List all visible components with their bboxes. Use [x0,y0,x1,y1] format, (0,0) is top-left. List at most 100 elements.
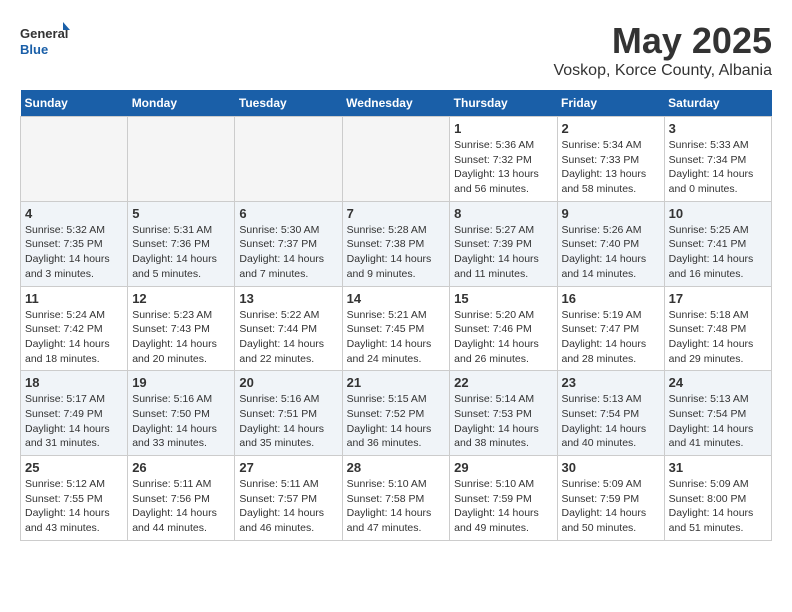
day-number: 10 [669,206,767,221]
calendar-cell: 23Sunrise: 5:13 AMSunset: 7:54 PMDayligh… [557,371,664,456]
calendar-cell: 27Sunrise: 5:11 AMSunset: 7:57 PMDayligh… [235,456,342,541]
day-number: 17 [669,291,767,306]
day-number: 23 [562,375,660,390]
day-number: 12 [132,291,230,306]
calendar-cell: 8 Sunrise: 5:27 AMSunset: 7:39 PMDaylight… [450,201,557,286]
calendar-cell: 29 Sunrise: 5:10 AMSunset: 7:59 PMDayligh… [450,456,557,541]
calendar-cell: 9 Sunrise: 5:26 AMSunset: 7:40 PMDaylight… [557,201,664,286]
day-number: 16 [562,291,660,306]
logo: General Blue [20,20,70,65]
calendar-cell: 24Sunrise: 5:13 AMSunset: 7:54 PMDayligh… [664,371,771,456]
day-number: 29 [454,460,552,475]
day-number: 19 [132,375,230,390]
calendar-week-1: 1 Sunrise: 5:36 AMSunset: 7:32 PMDaylight… [21,117,772,202]
calendar-cell: 25 Sunrise: 5:12 AMSunset: 7:55 PMDayligh… [21,456,128,541]
day-number: 11 [25,291,123,306]
day-info: Sunrise: 5:26 AMSunset: 7:40 PMDaylight:… [562,223,660,282]
col-header-thursday: Thursday [450,90,557,117]
calendar-cell: 22Sunrise: 5:14 AMSunset: 7:53 PMDayligh… [450,371,557,456]
day-info: Sunrise: 5:27 AMSunset: 7:39 PMDaylight:… [454,223,552,282]
day-info: Sunrise: 5:12 AMSunset: 7:55 PMDaylight:… [25,477,123,536]
day-info: Sunrise: 5:33 AMSunset: 7:34 PMDaylight:… [669,138,767,197]
calendar-week-4: 18Sunrise: 5:17 AMSunset: 7:49 PMDayligh… [21,371,772,456]
col-header-sunday: Sunday [21,90,128,117]
calendar-cell: 13 Sunrise: 5:22 AMSunset: 7:44 PMDayligh… [235,286,342,371]
day-info: Sunrise: 5:36 AMSunset: 7:32 PMDaylight:… [454,138,552,197]
col-header-saturday: Saturday [664,90,771,117]
svg-text:General: General [20,26,68,41]
calendar-cell: 7 Sunrise: 5:28 AMSunset: 7:38 PMDaylight… [342,201,450,286]
calendar-cell: 15 Sunrise: 5:20 AMSunset: 7:46 PMDayligh… [450,286,557,371]
day-number: 3 [669,121,767,136]
logo-svg: General Blue [20,20,70,65]
col-header-wednesday: Wednesday [342,90,450,117]
day-info: Sunrise: 5:11 AMSunset: 7:56 PMDaylight:… [132,477,230,536]
calendar-cell [342,117,450,202]
col-header-tuesday: Tuesday [235,90,342,117]
calendar-cell: 21Sunrise: 5:15 AMSunset: 7:52 PMDayligh… [342,371,450,456]
day-number: 20 [239,375,337,390]
day-info: Sunrise: 5:16 AMSunset: 7:50 PMDaylight:… [132,392,230,451]
calendar-cell [128,117,235,202]
day-info: Sunrise: 5:18 AMSunset: 7:48 PMDaylight:… [669,308,767,367]
day-number: 1 [454,121,552,136]
day-info: Sunrise: 5:34 AMSunset: 7:33 PMDaylight:… [562,138,660,197]
day-info: Sunrise: 5:09 AMSunset: 7:59 PMDaylight:… [562,477,660,536]
day-number: 14 [347,291,446,306]
calendar-week-3: 11 Sunrise: 5:24 AMSunset: 7:42 PMDayligh… [21,286,772,371]
day-info: Sunrise: 5:22 AMSunset: 7:44 PMDaylight:… [239,308,337,367]
day-info: Sunrise: 5:10 AMSunset: 7:59 PMDaylight:… [454,477,552,536]
day-info: Sunrise: 5:10 AMSunset: 7:58 PMDaylight:… [347,477,446,536]
day-info: Sunrise: 5:09 AMSunset: 8:00 PMDaylight:… [669,477,767,536]
day-info: Sunrise: 5:30 AMSunset: 7:37 PMDaylight:… [239,223,337,282]
calendar-cell: 11 Sunrise: 5:24 AMSunset: 7:42 PMDayligh… [21,286,128,371]
title-area: May 2025 Voskop, Korce County, Albania [553,20,772,80]
calendar-cell: 17 Sunrise: 5:18 AMSunset: 7:48 PMDayligh… [664,286,771,371]
day-number: 30 [562,460,660,475]
calendar-cell: 28Sunrise: 5:10 AMSunset: 7:58 PMDayligh… [342,456,450,541]
day-number: 2 [562,121,660,136]
calendar-cell: 26 Sunrise: 5:11 AMSunset: 7:56 PMDayligh… [128,456,235,541]
day-number: 31 [669,460,767,475]
day-number: 21 [347,375,446,390]
day-number: 9 [562,206,660,221]
calendar-cell: 3 Sunrise: 5:33 AMSunset: 7:34 PMDaylight… [664,117,771,202]
day-number: 6 [239,206,337,221]
day-number: 7 [347,206,446,221]
day-info: Sunrise: 5:16 AMSunset: 7:51 PMDaylight:… [239,392,337,451]
day-info: Sunrise: 5:21 AMSunset: 7:45 PMDaylight:… [347,308,446,367]
day-info: Sunrise: 5:14 AMSunset: 7:53 PMDaylight:… [454,392,552,451]
calendar-cell: 31 Sunrise: 5:09 AMSunset: 8:00 PMDayligh… [664,456,771,541]
col-header-monday: Monday [128,90,235,117]
calendar-cell: 6 Sunrise: 5:30 AMSunset: 7:37 PMDaylight… [235,201,342,286]
day-info: Sunrise: 5:28 AMSunset: 7:38 PMDaylight:… [347,223,446,282]
calendar-cell: 12 Sunrise: 5:23 AMSunset: 7:43 PMDayligh… [128,286,235,371]
calendar-week-5: 25 Sunrise: 5:12 AMSunset: 7:55 PMDayligh… [21,456,772,541]
calendar-cell: 5Sunrise: 5:31 AMSunset: 7:36 PMDaylight… [128,201,235,286]
calendar-table: SundayMondayTuesdayWednesdayThursdayFrid… [20,90,772,541]
day-number: 27 [239,460,337,475]
col-header-friday: Friday [557,90,664,117]
calendar-cell: 18Sunrise: 5:17 AMSunset: 7:49 PMDayligh… [21,371,128,456]
day-number: 15 [454,291,552,306]
day-number: 13 [239,291,337,306]
day-info: Sunrise: 5:20 AMSunset: 7:46 PMDaylight:… [454,308,552,367]
calendar-cell: 2 Sunrise: 5:34 AMSunset: 7:33 PMDaylight… [557,117,664,202]
day-number: 8 [454,206,552,221]
calendar-cell: 16 Sunrise: 5:19 AMSunset: 7:47 PMDayligh… [557,286,664,371]
calendar-cell: 10 Sunrise: 5:25 AMSunset: 7:41 PMDayligh… [664,201,771,286]
day-info: Sunrise: 5:24 AMSunset: 7:42 PMDaylight:… [25,308,123,367]
calendar-cell: 30 Sunrise: 5:09 AMSunset: 7:59 PMDayligh… [557,456,664,541]
day-number: 25 [25,460,123,475]
day-info: Sunrise: 5:25 AMSunset: 7:41 PMDaylight:… [669,223,767,282]
day-info: Sunrise: 5:23 AMSunset: 7:43 PMDaylight:… [132,308,230,367]
day-info: Sunrise: 5:31 AMSunset: 7:36 PMDaylight:… [132,223,230,282]
day-info: Sunrise: 5:19 AMSunset: 7:47 PMDaylight:… [562,308,660,367]
month-title: May 2025 [553,20,772,62]
day-number: 26 [132,460,230,475]
calendar-cell [21,117,128,202]
calendar-cell: 4Sunrise: 5:32 AMSunset: 7:35 PMDaylight… [21,201,128,286]
day-info: Sunrise: 5:17 AMSunset: 7:49 PMDaylight:… [25,392,123,451]
page-header: General Blue May 2025 Voskop, Korce Coun… [20,20,772,80]
day-number: 4 [25,206,123,221]
